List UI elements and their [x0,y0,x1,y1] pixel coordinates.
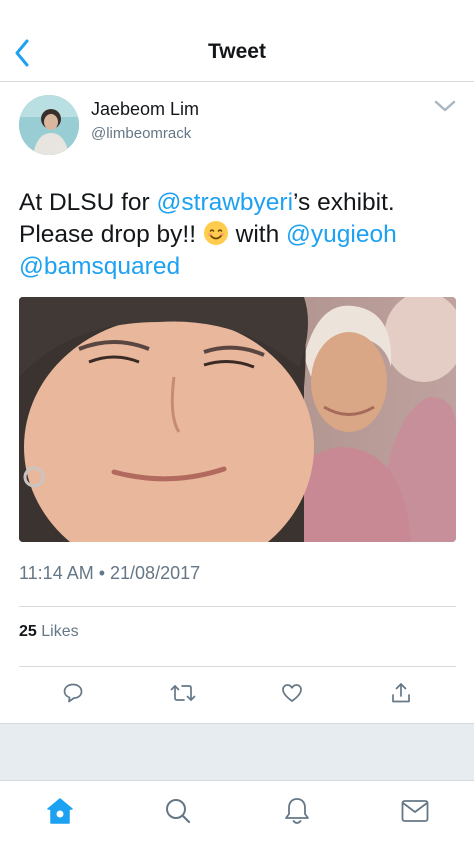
tweet-text-part: Please drop by!! [19,221,203,248]
reply-button[interactable] [60,680,86,706]
avatar-image [19,95,79,155]
search-icon [166,799,191,824]
page-title: Tweet [208,40,266,63]
tweet-text-part: At DLSU for [19,189,157,216]
tweet-options-button[interactable] [433,97,457,115]
reply-icon [63,683,83,703]
mention-link[interactable]: @bamsquared [19,253,180,280]
home-icon [47,798,73,824]
retweet-icon [170,685,196,701]
author-name[interactable]: Jaebeom Lim [91,99,199,120]
tweet-text-part: with [228,221,287,248]
tab-home[interactable] [44,795,76,827]
smiling-face-emoji-icon [203,221,228,245]
share-icon [392,683,410,703]
tweet-author: Jaebeom Lim @limbeomrack [19,95,459,157]
tweet-photo[interactable] [19,297,456,542]
mention-link[interactable]: @strawbyeri [157,189,294,216]
likes-label: Likes [41,623,79,640]
tweet-timestamp: 11:14 AM • 21/08/2017 [19,563,201,583]
avatar[interactable] [19,95,79,155]
chevron-down-icon [434,100,456,112]
heart-icon [282,684,302,702]
content-spacer [0,723,474,780]
retweet-button[interactable] [170,680,196,706]
divider [19,606,456,607]
tweet-text-part: ’s exhibit. [293,189,395,216]
tab-search[interactable] [162,795,194,827]
mention-link[interactable]: @yugieoh [286,221,397,248]
tab-messages[interactable] [399,795,431,827]
photo-image [19,297,456,542]
likes-count[interactable]: 25 Likes [19,623,79,641]
navigation-bar: Tweet [0,0,474,82]
like-button[interactable] [279,680,305,706]
mail-icon [401,800,429,822]
likes-number: 25 [19,623,37,640]
tweet-text: At DLSU for @strawbyeri’s exhibit. Pleas… [19,187,459,283]
author-handle[interactable]: @limbeomrack [91,125,191,142]
tab-notifications[interactable] [281,795,313,827]
share-button[interactable] [388,680,414,706]
bell-icon [285,798,309,824]
tweet-actions [0,680,474,710]
divider [19,666,456,667]
tab-bar [0,780,474,842]
